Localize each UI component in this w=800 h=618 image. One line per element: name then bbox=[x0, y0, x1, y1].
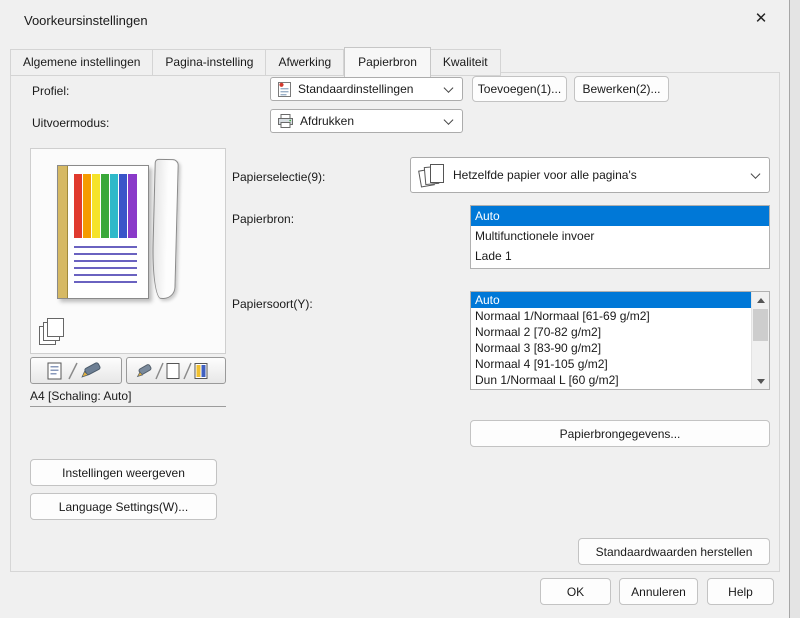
paper-source-label: Papierbron: bbox=[232, 212, 295, 226]
list-item[interactable]: Normaal 3 [83-90 g/m2] bbox=[471, 340, 752, 356]
tab-strip: Algemene instellingen Pagina-instelling … bbox=[10, 47, 501, 77]
output-mode-label: Uitvoermodus: bbox=[32, 116, 110, 130]
list-item[interactable]: Dun 1/Normaal L [60 g/m2] bbox=[471, 372, 752, 388]
preview-view-toggle-button[interactable] bbox=[30, 357, 122, 384]
preview-status-text: A4 [Schaling: Auto] bbox=[30, 389, 226, 407]
output-mode-combobox[interactable]: Afdrukken bbox=[270, 109, 463, 133]
paper-type-list: Auto Normaal 1/Normaal [61-69 g/m2] Norm… bbox=[470, 291, 770, 390]
list-item[interactable]: Normaal 4 [91-105 g/m2] bbox=[471, 356, 752, 372]
cancel-button[interactable]: Annuleren bbox=[619, 578, 698, 605]
chevron-down-icon bbox=[756, 378, 765, 384]
pen-page-colorpage-icon bbox=[136, 362, 208, 379]
tab-papierbron[interactable]: Papierbron bbox=[344, 47, 431, 77]
paper-selection-label: Papierselectie(9): bbox=[232, 170, 326, 184]
tab-pagina-instelling[interactable]: Pagina-instelling bbox=[153, 49, 267, 76]
tab-algemene-instellingen[interactable]: Algemene instellingen bbox=[10, 49, 154, 76]
show-settings-button[interactable]: Instellingen weergeven bbox=[30, 459, 217, 486]
printer-preferences-dialog: Voorkeursinstellingen ✕ Algemene instell… bbox=[0, 0, 790, 618]
list-item[interactable]: Normaal 2 [70-82 g/m2] bbox=[471, 324, 752, 340]
print-preview-panel bbox=[30, 148, 226, 354]
stacked-pages-icon bbox=[418, 164, 444, 188]
scroll-down-button[interactable] bbox=[752, 373, 769, 389]
chevron-up-icon bbox=[756, 297, 765, 303]
preview-text-lines bbox=[74, 246, 137, 287]
preview-color-stripes bbox=[74, 174, 137, 238]
profile-combobox[interactable]: Standaardinstellingen bbox=[270, 77, 463, 101]
chevron-down-icon bbox=[750, 169, 761, 179]
chevron-down-icon bbox=[443, 115, 454, 125]
paper-selection-combobox[interactable]: Hetzelfde papier voor alle pagina's bbox=[410, 157, 770, 193]
restore-defaults-button[interactable]: Standaardwaarden herstellen bbox=[578, 538, 770, 565]
paper-source-info-button[interactable]: Papierbrongegevens... bbox=[470, 420, 770, 447]
list-item[interactable]: Lade 1 bbox=[471, 246, 769, 266]
paper-selection-value: Hetzelfde papier voor alle pagina's bbox=[453, 168, 637, 182]
paper-source-items: Auto Multifunctionele invoer Lade 1 bbox=[471, 206, 769, 266]
paper-type-items: Auto Normaal 1/Normaal [61-69 g/m2] Norm… bbox=[471, 292, 752, 388]
preview-curled-page bbox=[151, 158, 179, 300]
language-settings-button[interactable]: Language Settings(W)... bbox=[30, 493, 217, 520]
preview-page-binding bbox=[58, 166, 68, 298]
page-and-pen-icon bbox=[47, 361, 101, 379]
profile-value: Standaardinstellingen bbox=[298, 82, 414, 96]
paper-type-label: Papiersoort(Y): bbox=[232, 297, 313, 311]
profile-label: Profiel: bbox=[32, 84, 70, 98]
settings-view-toggle-button[interactable] bbox=[126, 357, 226, 384]
tab-afwerking[interactable]: Afwerking bbox=[266, 49, 345, 76]
help-button[interactable]: Help bbox=[707, 578, 774, 605]
paper-source-list: Auto Multifunctionele invoer Lade 1 bbox=[470, 205, 770, 269]
tab-kwaliteit[interactable]: Kwaliteit bbox=[430, 49, 501, 76]
printer-icon bbox=[278, 114, 293, 128]
output-mode-value: Afdrukken bbox=[300, 114, 355, 128]
window-title: Voorkeursinstellingen bbox=[24, 13, 148, 28]
preview-page bbox=[57, 165, 149, 299]
list-item[interactable]: Auto bbox=[471, 292, 752, 308]
list-item[interactable]: Auto bbox=[471, 206, 769, 226]
list-item[interactable]: Normaal 1/Normaal [61-69 g/m2] bbox=[471, 308, 752, 324]
ok-button[interactable]: OK bbox=[540, 578, 611, 605]
chevron-down-icon bbox=[443, 83, 454, 93]
scrollbar[interactable] bbox=[751, 292, 769, 389]
add-profile-button[interactable]: Toevoegen(1)... bbox=[472, 76, 567, 102]
scroll-up-button[interactable] bbox=[752, 292, 769, 308]
profile-document-icon bbox=[278, 81, 291, 97]
scroll-thumb[interactable] bbox=[753, 309, 768, 341]
stacked-pages-icon bbox=[39, 318, 64, 345]
close-icon[interactable]: ✕ bbox=[739, 2, 783, 34]
edit-profile-button[interactable]: Bewerken(2)... bbox=[574, 76, 669, 102]
list-item[interactable]: Multifunctionele invoer bbox=[471, 226, 769, 246]
